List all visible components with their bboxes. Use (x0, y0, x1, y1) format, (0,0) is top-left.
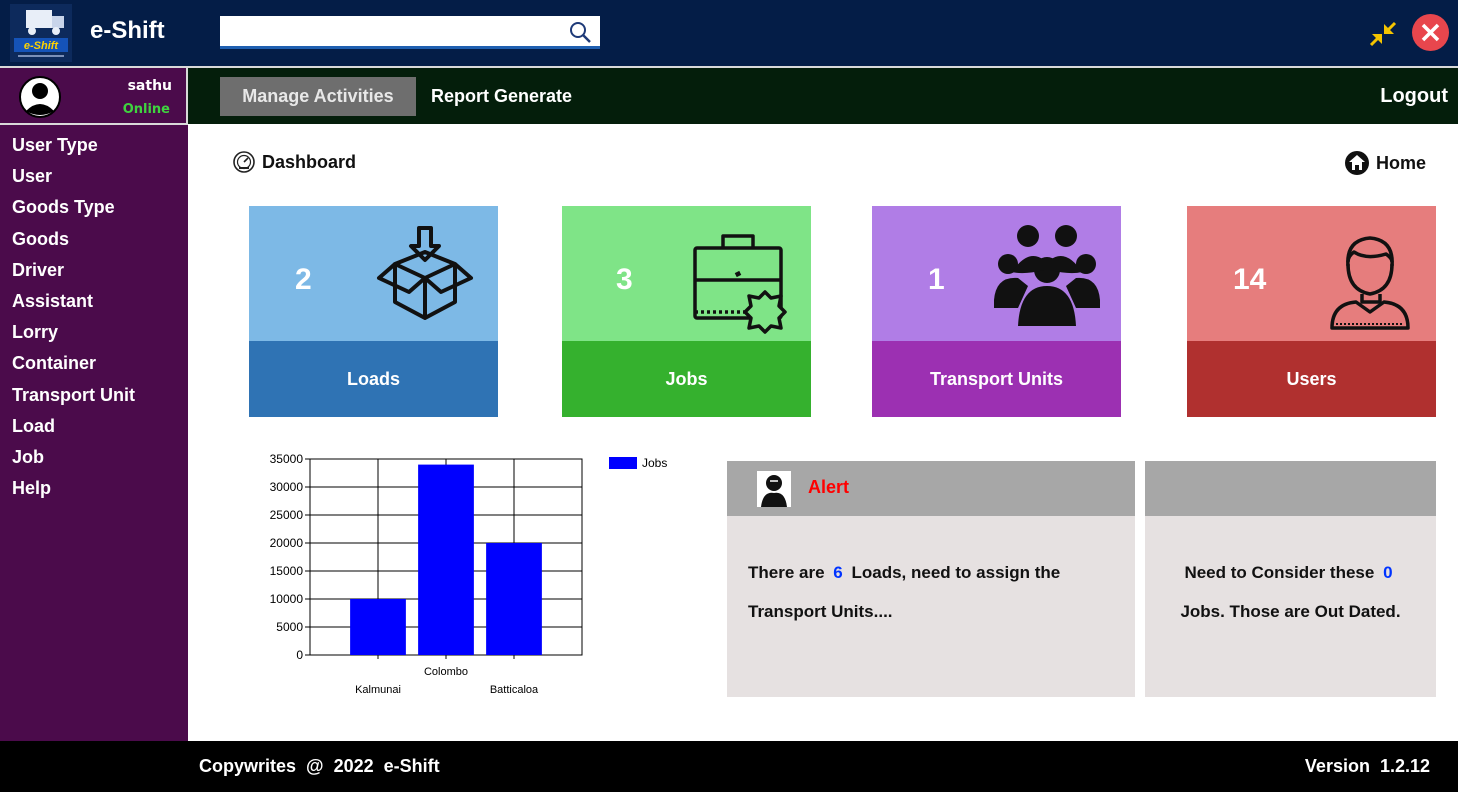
legend-label: Jobs (642, 456, 667, 470)
x-tick-label: Batticaloa (490, 684, 539, 696)
outdated-message: Need to Consider these 0 Jobs. Those are… (1145, 553, 1436, 631)
minimize-arrows-icon[interactable] (1368, 20, 1398, 48)
avatar-icon (19, 76, 61, 118)
outdated-jobs-count: 0 (1383, 563, 1393, 582)
user-status: Online (122, 102, 170, 117)
sidebar-item-help[interactable]: Help (0, 475, 188, 506)
logout-button[interactable]: Logout (1380, 77, 1448, 116)
footer: Copywrites @ 2022 e-Shift Version 1.2.12 (0, 741, 1458, 792)
jobs-card[interactable]: 3 Jobs (562, 206, 811, 417)
jobs-label: Jobs (562, 341, 811, 417)
users-count: 14 (1233, 263, 1267, 296)
y-tick-label: 20000 (270, 536, 304, 550)
x-tick-label: Colombo (424, 666, 468, 678)
transport-units-card[interactable]: 1 Transport Units (872, 206, 1121, 417)
y-tick-label: 10000 (270, 592, 304, 606)
search-input[interactable] (220, 16, 560, 46)
sidebar-item-lorry[interactable]: Lorry (0, 319, 188, 350)
person-alert-icon (757, 471, 791, 507)
report-generate-tab[interactable]: Report Generate (431, 77, 572, 116)
transport-units-count: 1 (928, 263, 945, 296)
x-tick-label: Kalmunai (355, 684, 401, 696)
sidebar: User Type User Goods Type Goods Driver A… (0, 125, 188, 741)
menu-bar: Manage Activities Report Generate Logout (188, 66, 1458, 124)
y-tick-label: 25000 (270, 508, 304, 522)
logo: e-Shift e-Shift (0, 0, 187, 66)
alert-text-before: There are (748, 563, 825, 582)
sidebar-item-transport-unit[interactable]: Transport Unit (0, 382, 188, 413)
sidebar-item-assistant[interactable]: Assistant (0, 288, 188, 319)
sidebar-item-goods-type[interactable]: Goods Type (0, 194, 188, 225)
alert-message: There are 6 Loads, need to assign the Tr… (748, 553, 1123, 631)
user-icon (1330, 236, 1410, 330)
bar (350, 599, 406, 655)
sidebar-item-user-type[interactable]: User Type (0, 132, 188, 163)
alert-title: Alert (808, 477, 850, 497)
home-link[interactable]: Home (1344, 150, 1426, 176)
jobs-bar-chart: 0 5000 10000 15000 20000 25000 30000 35000 Kalmu… (270, 452, 668, 696)
sidebar-item-user[interactable]: User (0, 163, 188, 194)
legend-swatch (609, 457, 637, 469)
y-tick-label: 30000 (270, 480, 304, 494)
truck-logo-icon: e-Shift (10, 4, 72, 62)
search-bar[interactable] (220, 16, 600, 49)
loads-label: Loads (249, 341, 498, 417)
close-icon (1421, 23, 1440, 42)
sidebar-item-container[interactable]: Container (0, 350, 188, 381)
box-icon (377, 226, 473, 320)
copyright: Copywrites @ 2022 e-Shift (199, 756, 440, 776)
logo-badge-text: e-Shift (24, 40, 60, 52)
close-button[interactable] (1412, 14, 1449, 51)
outdated-text-before: Need to Consider these (1184, 563, 1375, 582)
user-name: sathu (127, 78, 172, 94)
sidebar-item-driver[interactable]: Driver (0, 257, 188, 288)
bar (418, 464, 474, 655)
pending-loads-count: 6 (833, 563, 843, 582)
home-label: Home (1376, 152, 1427, 173)
users-label: Users (1187, 341, 1436, 417)
alert-panel: Alert There are 6 Loads, need to assign … (727, 461, 1135, 697)
alert-header: Alert (727, 461, 1135, 516)
transport-units-label: Transport Units (872, 341, 1121, 417)
y-tick-label: 35000 (270, 452, 304, 466)
user-panel: sathu Online (0, 66, 188, 125)
home-icon (1345, 151, 1369, 175)
dashboard-gauge-icon (233, 151, 255, 173)
outdated-jobs-panel: Need to Consider these 0 Jobs. Those are… (1145, 461, 1436, 697)
loads-count: 2 (295, 263, 312, 296)
y-tick-label: 0 (296, 648, 303, 662)
title-bar: e-Shift e-Shift (0, 0, 1458, 66)
manage-activities-tab[interactable]: Manage Activities (220, 77, 416, 116)
briefcase-icon (693, 234, 787, 334)
bar (486, 543, 542, 655)
sidebar-item-load[interactable]: Load (0, 413, 188, 444)
outdated-text-after: Jobs. Those are Out Dated. (1180, 602, 1401, 621)
version: Version 1.2.12 (1304, 756, 1430, 776)
y-tick-label: 15000 (270, 564, 304, 578)
outdated-header (1145, 461, 1436, 516)
sidebar-item-job[interactable]: Job (0, 444, 188, 475)
search-icon[interactable] (568, 20, 592, 44)
loads-card[interactable]: 2 Loads (249, 206, 498, 417)
jobs-count: 3 (616, 263, 633, 296)
group-icon (994, 225, 1100, 326)
dashboard-title: Dashboard (262, 151, 357, 172)
app-title: e-Shift (90, 17, 165, 44)
users-card[interactable]: 14 Users (1187, 206, 1436, 417)
sidebar-item-goods[interactable]: Goods (0, 226, 188, 257)
y-tick-label: 5000 (276, 620, 303, 634)
page-title: Dashboard (232, 150, 356, 174)
